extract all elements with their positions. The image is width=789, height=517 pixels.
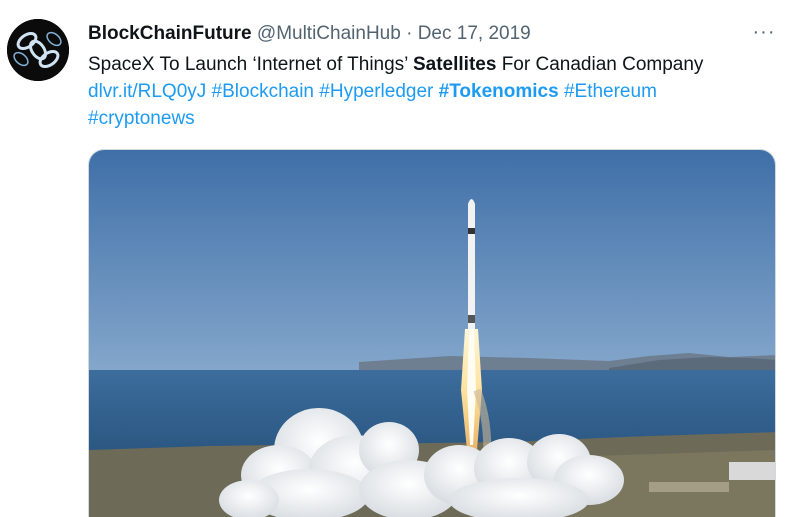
avatar[interactable] [7,19,69,81]
separator: · [406,23,413,44]
text-part-1: SpaceX To Launch ‘Internet of Things’ [88,54,413,75]
display-name[interactable]: BlockChainFuture [88,23,252,44]
more-options-icon[interactable]: ··· [749,22,779,46]
chain-logo-icon [7,19,69,81]
tweet-text-line-2: dlvr.it/RLQ0yJ #Blockchain #Hyperledger … [88,78,778,105]
tweet-card[interactable]: BlockChainFuture @MultiChainHub · Dec 17… [0,0,789,517]
tweet-text-line-3: #cryptonews [88,105,778,132]
hashtag-cryptonews[interactable]: #cryptonews [88,108,195,129]
hashtag-ethereum[interactable]: #Ethereum [564,81,657,102]
tweet-media-image[interactable] [88,149,776,517]
user-handle[interactable]: @MultiChainHub [257,23,401,44]
hashtag-tokenomics[interactable]: #Tokenomics [439,81,559,102]
short-link[interactable]: dlvr.it/RLQ0yJ [88,81,206,102]
tweet-text: SpaceX To Launch ‘Internet of Things’ Sa… [88,51,778,132]
tweet-header: BlockChainFuture @MultiChainHub · Dec 17… [88,22,531,46]
hashtag-hyperledger[interactable]: #Hyperledger [319,81,433,102]
hashtag-blockchain[interactable]: #Blockchain [212,81,314,102]
rocket-launch-photo [89,150,775,517]
text-bold: Satellites [412,54,497,75]
tweet-date[interactable]: Dec 17, 2019 [418,23,531,44]
tweet-text-line-1: SpaceX To Launch ‘Internet of Things’ Sa… [88,51,778,78]
text-part-2: For Canadian Company [496,54,704,75]
